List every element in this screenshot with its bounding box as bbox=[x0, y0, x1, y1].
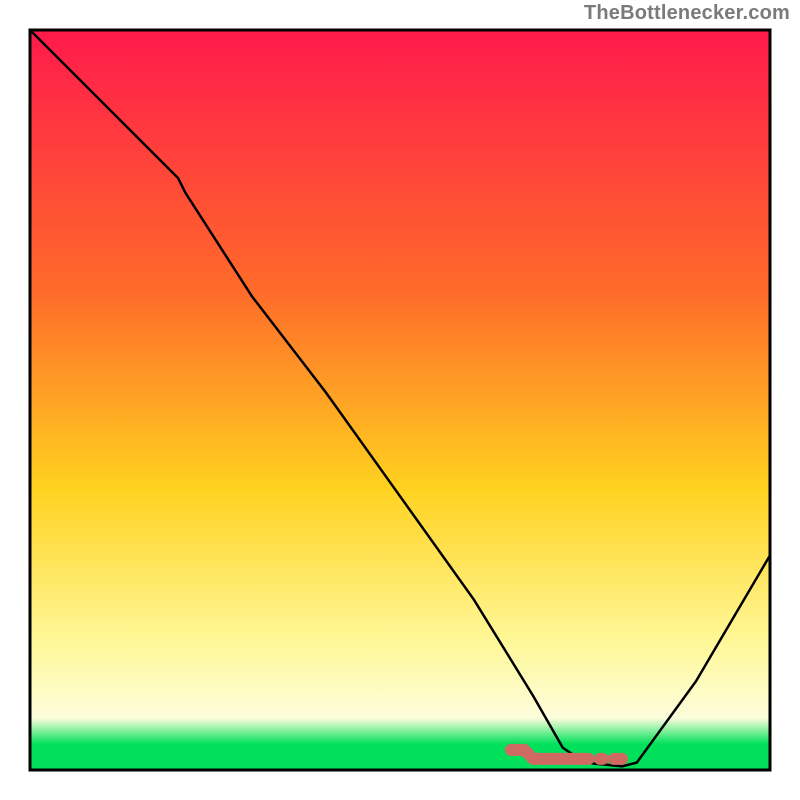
chart-stage: TheBottlenecker.com bbox=[0, 0, 800, 800]
watermark-text: TheBottlenecker.com bbox=[584, 2, 790, 25]
bottleneck-chart bbox=[0, 0, 800, 800]
